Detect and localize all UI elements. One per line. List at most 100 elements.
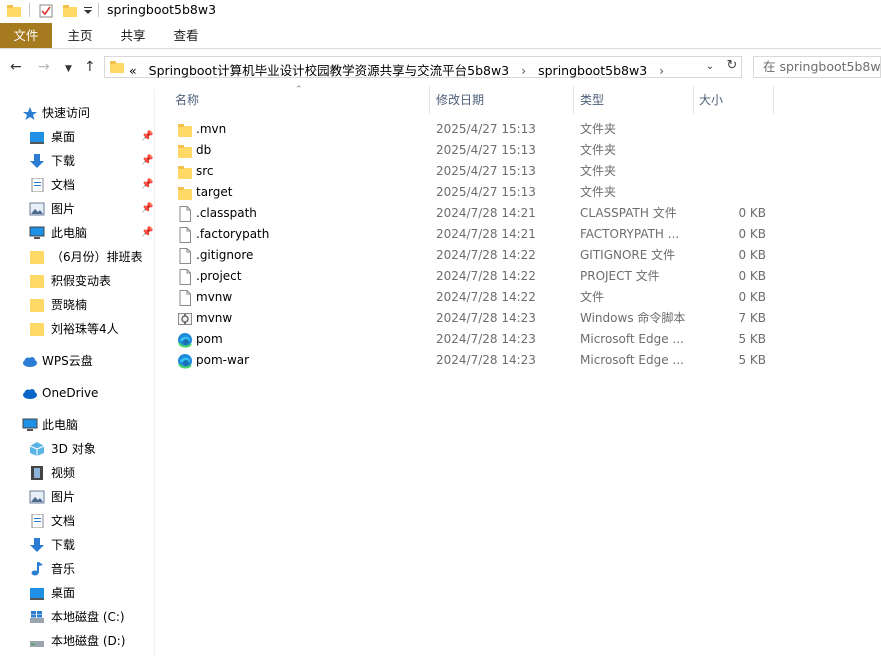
pin-icon: 📌	[141, 179, 154, 190]
file-size: 5 KB	[738, 353, 766, 367]
file-date: 2025/4/27 15:13	[436, 185, 536, 199]
file-type: PROJECT 文件	[580, 269, 660, 283]
file-row[interactable]: pom-war 2024/7/28 14:23 Microsoft Edge ...…	[165, 350, 775, 371]
documents-icon	[31, 178, 44, 192]
file-name: mvnw	[196, 311, 233, 325]
file-size: 5 KB	[738, 332, 766, 346]
file-row[interactable]: target 2025/4/27 15:13 文件夹	[165, 182, 775, 203]
address-history-dropdown-icon[interactable]: ⌄	[698, 57, 721, 77]
pictures-icon	[29, 490, 45, 504]
file-name: .gitignore	[196, 248, 254, 262]
file-date: 2025/4/27 15:13	[436, 164, 536, 178]
cube-3d-icon	[29, 442, 45, 456]
file-icon	[177, 290, 193, 306]
pictures-icon	[29, 202, 45, 216]
download-arrow-icon	[30, 154, 44, 168]
folder-icon	[177, 185, 193, 201]
address-row: ← → ▼ ↑ « Springboot计算机毕业设计校园教学资源共享与交流平台…	[0, 53, 881, 83]
tab-file[interactable]: 文件	[0, 23, 52, 48]
file-size: 0 KB	[738, 206, 766, 220]
file-date: 2024/7/28 14:21	[436, 206, 536, 220]
recent-locations-chevron-icon[interactable]: ▼	[65, 62, 72, 76]
file-row[interactable]: .factorypath 2024/7/28 14:21 FACTORYPATH .…	[165, 224, 775, 245]
refresh-icon[interactable]: ↻	[722, 56, 742, 76]
properties-check-icon[interactable]	[38, 3, 54, 19]
back-arrow-icon[interactable]: ←	[10, 60, 22, 74]
file-name: .project	[196, 269, 242, 283]
video-film-icon	[31, 466, 43, 480]
folder-icon	[30, 299, 44, 312]
file-size	[695, 140, 766, 161]
breadcrumb-project-folder[interactable]: Springboot计算机毕业设计校园教学资源共享与交流平台5b8w3	[149, 63, 510, 78]
folder-icon	[30, 251, 44, 264]
search-input[interactable]: 在 springboot5b8w3 中搜索	[753, 56, 881, 78]
tab-share[interactable]: 共享	[111, 23, 155, 48]
file-row[interactable]: db 2025/4/27 15:13 文件夹	[165, 140, 775, 161]
file-row[interactable]: mvnw 2024/7/28 14:22 文件 0 KB	[165, 287, 775, 308]
file-row[interactable]: .gitignore 2024/7/28 14:22 GITIGNORE 文件 0 K…	[165, 245, 775, 266]
pin-icon: 📌	[141, 203, 154, 214]
file-name: src	[196, 164, 214, 178]
breadcrumb-chevron-icon[interactable]: ›	[659, 63, 664, 78]
file-size: 0 KB	[738, 290, 766, 304]
ribbon-tabs: 文件 主页 共享 查看	[0, 23, 881, 49]
file-name: .factorypath	[196, 227, 270, 241]
edge-icon	[177, 332, 193, 348]
file-icon	[177, 206, 193, 222]
column-header-date[interactable]: 修改日期	[426, 86, 574, 114]
file-name: mvnw	[196, 290, 233, 304]
column-header-name[interactable]: 名称	[165, 86, 430, 114]
file-icon	[177, 248, 193, 264]
forward-arrow-icon[interactable]: →	[38, 60, 50, 74]
title-bar: springboot5b8w3	[0, 0, 881, 22]
breadcrumb-overflow[interactable]: «	[129, 63, 137, 78]
file-row[interactable]: .mvn 2025/4/27 15:13 文件夹	[165, 119, 775, 140]
folder-icon	[30, 275, 44, 288]
file-row[interactable]: pom 2024/7/28 14:23 Microsoft Edge ... 5 KB	[165, 329, 775, 350]
file-date: 2024/7/28 14:22	[436, 290, 536, 304]
file-date: 2024/7/28 14:23	[436, 332, 536, 346]
breadcrumb-current-folder[interactable]: springboot5b8w3	[538, 63, 647, 78]
customize-toolbar-chevron-icon[interactable]	[83, 3, 93, 19]
file-name: .classpath	[196, 206, 257, 220]
file-type: 文件	[580, 290, 605, 304]
windows-drive-icon	[30, 611, 44, 623]
folder-icon	[110, 61, 124, 73]
file-size: 0 KB	[738, 227, 766, 241]
file-row[interactable]: .project 2024/7/28 14:22 PROJECT 文件 0 KB	[165, 266, 775, 287]
file-size	[695, 119, 766, 140]
breadcrumb-chevron-icon[interactable]: ›	[521, 63, 526, 78]
file-type: CLASSPATH 文件	[580, 206, 677, 220]
column-header-type[interactable]: 类型	[570, 86, 694, 114]
desktop-icon	[30, 132, 44, 144]
file-date: 2024/7/28 14:23	[436, 311, 536, 325]
file-type: 文件夹	[580, 185, 617, 199]
column-header-size[interactable]: 大小	[689, 86, 774, 114]
up-arrow-icon[interactable]: ↑	[84, 60, 96, 74]
toolbar-separator	[29, 3, 30, 17]
tab-home[interactable]: 主页	[58, 23, 102, 48]
file-size	[695, 161, 766, 182]
file-row[interactable]: mvnw 2024/7/28 14:23 Windows 命令脚本 7 KB	[165, 308, 775, 329]
computer-icon	[29, 226, 45, 239]
file-date: 2024/7/28 14:23	[436, 353, 536, 367]
tab-view[interactable]: 查看	[164, 23, 208, 48]
file-type: 文件夹	[580, 122, 617, 136]
file-date: 2024/7/28 14:22	[436, 248, 536, 262]
address-bar[interactable]: « Springboot计算机毕业设计校园教学资源共享与交流平台5b8w3 › …	[104, 56, 742, 78]
file-icon	[177, 269, 193, 285]
file-name: pom-war	[196, 353, 250, 367]
file-name: target	[196, 185, 233, 199]
star-icon	[23, 107, 37, 120]
file-row[interactable]: .classpath 2024/7/28 14:21 CLASSPATH 文件 0 K…	[165, 203, 775, 224]
cloud-icon	[23, 357, 37, 367]
file-size: 0 KB	[738, 248, 766, 262]
file-row[interactable]: src 2025/4/27 15:13 文件夹	[165, 161, 775, 182]
window-title: springboot5b8w3	[107, 2, 217, 17]
file-type: FACTORYPATH ...	[580, 227, 680, 241]
folder-icon[interactable]	[6, 3, 22, 19]
new-folder-icon[interactable]	[62, 3, 78, 19]
file-name: db	[196, 143, 212, 157]
folder-icon	[177, 164, 193, 180]
pin-icon: 📌	[141, 227, 154, 238]
